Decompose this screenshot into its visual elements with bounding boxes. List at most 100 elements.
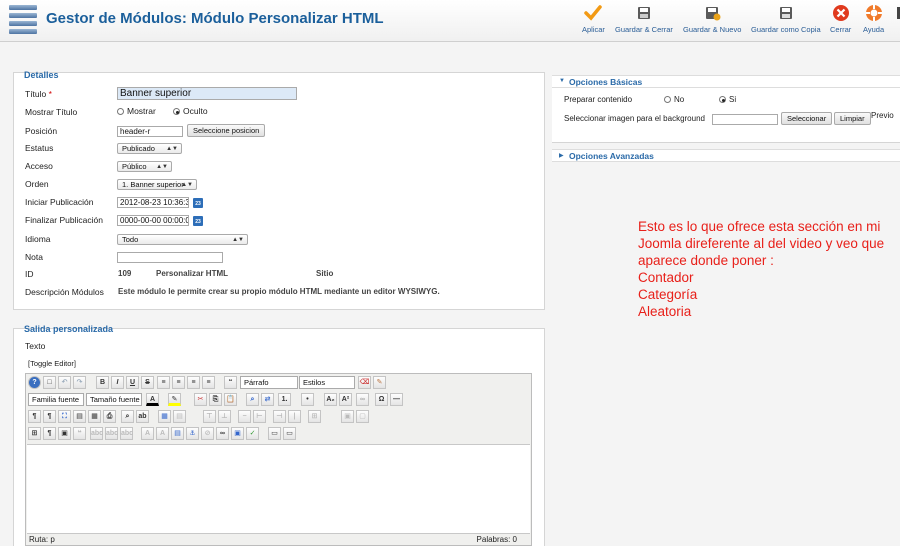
horizontal-rule-icon[interactable]: —: [390, 393, 403, 406]
align-justify-icon[interactable]: ≡: [202, 376, 215, 389]
cell-props-icon[interactable]: ▢: [356, 410, 369, 423]
fullscreen-icon[interactable]: ⛶: [58, 410, 71, 423]
delete-row-icon[interactable]: −: [238, 410, 251, 423]
show-title-show-option[interactable]: Mostrar: [117, 106, 156, 116]
prepare-no-option[interactable]: No: [664, 95, 684, 104]
language-select[interactable]: Todo ▲▼: [117, 234, 248, 245]
paragraph-format-select[interactable]: Párrafo: [240, 376, 298, 389]
replace-icon[interactable]: ⇄: [261, 393, 274, 406]
readmore-icon[interactable]: ▭: [283, 427, 296, 440]
select-position-button[interactable]: Seleccione posicion: [187, 124, 266, 137]
superscript-icon[interactable]: A²: [339, 393, 352, 406]
split-cells-icon[interactable]: ⊞: [308, 410, 321, 423]
title-input[interactable]: Banner superior: [117, 87, 297, 100]
insert-row-before-icon[interactable]: ⊤: [203, 410, 216, 423]
apply-button[interactable]: Aplicar: [582, 4, 605, 34]
align-right-icon[interactable]: ≡: [187, 376, 200, 389]
finish-publishing-input[interactable]: 0000-00-00 00:00:0: [117, 215, 189, 226]
save-new-button[interactable]: Guardar & Nuevo: [683, 4, 741, 34]
clear-image-button[interactable]: Limpiar: [834, 112, 871, 125]
unlink-icon[interactable]: ⊘: [201, 427, 214, 440]
eraser-icon[interactable]: ⌫: [358, 376, 371, 389]
insert-row-after-icon[interactable]: ⊥: [218, 410, 231, 423]
insert-col-before-icon[interactable]: ⊢: [253, 410, 266, 423]
media-icon[interactable]: ▤: [171, 427, 184, 440]
rtl-icon[interactable]: ¶: [43, 410, 56, 423]
ltr-icon[interactable]: ¶: [28, 410, 41, 423]
font-size-select[interactable]: Tamaño fuente: [86, 393, 142, 406]
special-char-icon[interactable]: Ω: [375, 393, 388, 406]
radio-no[interactable]: [664, 96, 671, 103]
italic-icon[interactable]: I: [111, 376, 124, 389]
search-icon[interactable]: ⌕: [246, 393, 259, 406]
show-blocks-icon[interactable]: ¶: [43, 427, 56, 440]
delete-col-icon[interactable]: |: [288, 410, 301, 423]
select-image-button[interactable]: Seleccionar: [781, 112, 833, 125]
order-select[interactable]: 1. Banner superior ▲▼: [117, 179, 197, 190]
calendar-icon[interactable]: 23: [193, 198, 203, 208]
cleanup-icon[interactable]: ✎: [373, 376, 386, 389]
editor-content-area[interactable]: [27, 444, 530, 534]
start-publishing-input[interactable]: 2012-08-23 10:36:3: [117, 197, 189, 208]
visual-aid-icon[interactable]: ⊞: [28, 427, 41, 440]
redo-icon[interactable]: ↷: [73, 376, 86, 389]
subscript-icon[interactable]: A₂: [324, 393, 337, 406]
blockquote-icon[interactable]: “: [224, 376, 237, 389]
print-icon[interactable]: ⎙: [103, 410, 116, 423]
abbr-icon[interactable]: abc: [90, 427, 103, 440]
insert-link-icon[interactable]: ∞: [216, 427, 229, 440]
font-color-icon[interactable]: A: [146, 393, 159, 406]
acronym-icon[interactable]: abc: [105, 427, 118, 440]
ins-icon[interactable]: A: [141, 427, 154, 440]
underline-icon[interactable]: U: [126, 376, 139, 389]
bold-icon[interactable]: B: [96, 376, 109, 389]
radio-show[interactable]: [117, 108, 124, 115]
page-break-icon[interactable]: ▭: [268, 427, 281, 440]
calendar-icon[interactable]: 23: [193, 216, 203, 226]
advanced-options-header[interactable]: ▶ Opciones Avanzadas: [552, 149, 900, 162]
save-copy-button[interactable]: Guardar como Copia: [751, 4, 821, 34]
attribs-icon[interactable]: A: [156, 427, 169, 440]
del-icon[interactable]: abc: [120, 427, 133, 440]
highlight-icon[interactable]: ✎: [168, 393, 181, 406]
toggle-editor-link[interactable]: [Toggle Editor]: [28, 359, 76, 368]
font-family-select[interactable]: Familia fuente: [28, 393, 84, 406]
access-select[interactable]: Público ▲▼: [117, 161, 172, 172]
align-left-icon[interactable]: ≡: [157, 376, 170, 389]
find-icon[interactable]: ⌕: [121, 410, 134, 423]
anchor-icon[interactable]: ⚓: [186, 427, 199, 440]
prepare-yes-option[interactable]: Si: [719, 95, 736, 104]
spellcheck-icon[interactable]: ab: [136, 410, 149, 423]
insert-col-after-icon[interactable]: ⊣: [273, 410, 286, 423]
status-select[interactable]: Publicado ▲▼: [117, 143, 182, 154]
cite-icon[interactable]: ❝: [73, 427, 86, 440]
basic-options-header[interactable]: ▼ Opciones Básicas: [552, 75, 900, 88]
image-icon[interactable]: ▣: [58, 427, 71, 440]
table-icon[interactable]: ▦: [158, 410, 171, 423]
styles-select[interactable]: Estilos: [299, 376, 355, 389]
background-image-input[interactable]: [712, 114, 778, 125]
template-icon[interactable]: ▦: [88, 410, 101, 423]
undo-icon[interactable]: ↶: [58, 376, 71, 389]
bullet-list-icon[interactable]: •: [301, 393, 314, 406]
spell-check-icon[interactable]: ✓: [246, 427, 259, 440]
position-input[interactable]: header-r: [117, 126, 183, 137]
note-input[interactable]: [117, 252, 223, 263]
link-icon[interactable]: ∞: [356, 393, 369, 406]
numbered-list-icon[interactable]: 1.: [278, 393, 291, 406]
insert-image-icon[interactable]: ▣: [231, 427, 244, 440]
help-icon[interactable]: ?: [28, 376, 41, 389]
radio-yes[interactable]: [719, 96, 726, 103]
paste-icon[interactable]: 📋: [224, 393, 237, 406]
cut-icon[interactable]: ✂: [194, 393, 207, 406]
preview-icon[interactable]: ▤: [73, 410, 86, 423]
copy-icon[interactable]: ⎘: [209, 393, 222, 406]
strikethrough-icon[interactable]: S: [141, 376, 154, 389]
close-button[interactable]: Cerrar: [830, 4, 851, 34]
help-button[interactable]: Ayuda: [863, 4, 884, 34]
row-props-icon[interactable]: ▤: [173, 410, 186, 423]
new-document-icon[interactable]: □: [43, 376, 56, 389]
save-close-button[interactable]: Guardar & Cerrar: [615, 4, 673, 34]
options-button[interactable]: V: [894, 4, 900, 34]
radio-hidden[interactable]: [173, 108, 180, 115]
